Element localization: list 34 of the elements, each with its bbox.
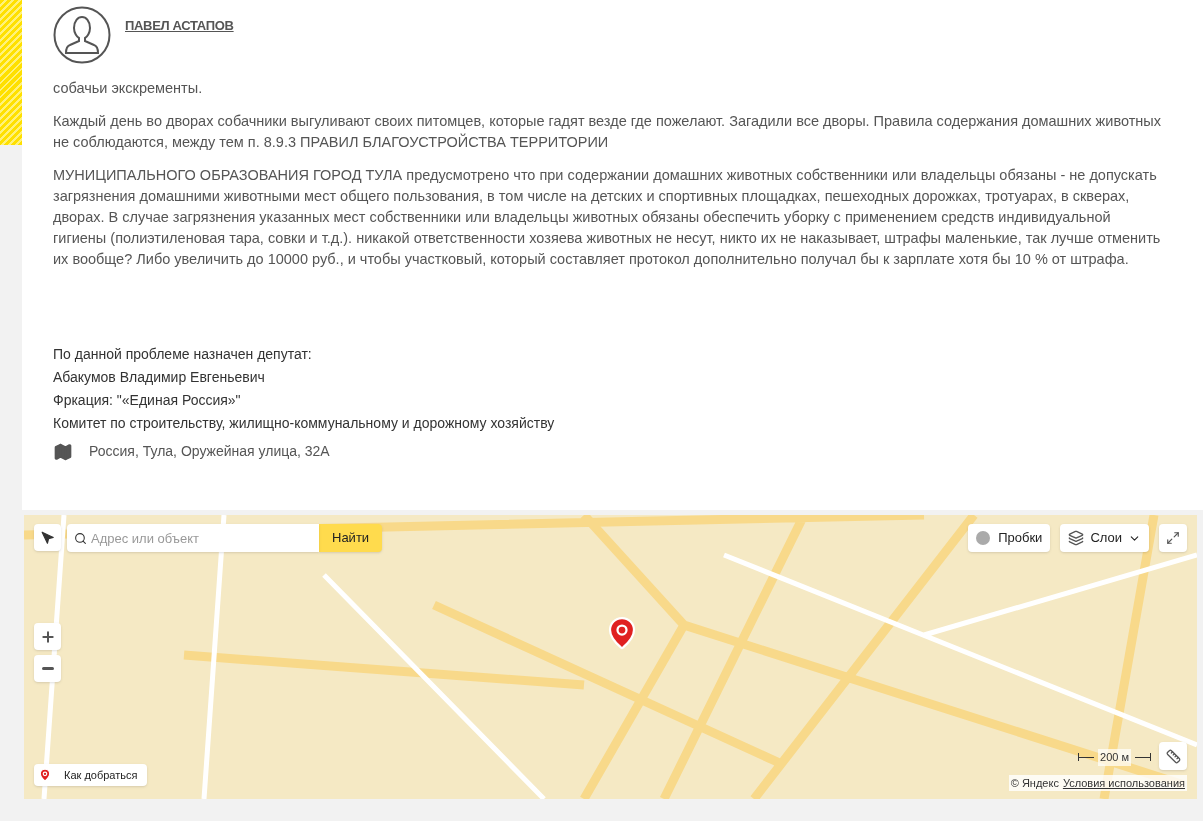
address-text: Россия, Тула, Оружейная улица, 32А [89, 442, 330, 461]
plus-icon [39, 628, 56, 645]
arrow-pointer-icon [40, 530, 55, 545]
terms-link[interactable]: Условия использования [1062, 774, 1185, 791]
find-button[interactable]: Найти [319, 524, 383, 552]
zoom-out-button[interactable] [34, 655, 61, 682]
traffic-button[interactable]: Пробки [968, 524, 1051, 552]
zoom-in-button[interactable] [34, 623, 61, 650]
traffic-icon [976, 531, 991, 545]
post-paragraph: МУНИЦИПАЛЬНОГО ОБРАЗОВАНИЯ ГОРОД ТУЛА предусмотрено что при содержании домашних животных собственники или владельцы обязаны - не допускать загрязнения домашними животными мест общего пользования, в том числе на детских и спортивных площадках, пешеходных дорожках, тротуарах, в скверах, дворах. В случае загрязнения указанных мест собственники или владельцы животных обязаны обеспечить уборку с применением средств индивидуальной гигиены (полиэтиленовая тара, совки и т.д.). никакой ответственности хозяева животных не несут, никто их не наказывает, штрафы маленькие, так лучше отменить их вообще? Либо увеличить до 10000 руб., и чтобы участковый, который составляет протокол дополнительно получал бы к зарплате хотя бы 10 % от штрафа. [53, 166, 1162, 269]
copyright-text: © Яндекс [1010, 775, 1059, 791]
pin-icon [38, 768, 52, 782]
map-icon [53, 441, 73, 462]
scale-bar-icon [1078, 753, 1094, 762]
expand-icon [1166, 531, 1180, 545]
post-paragraph: Каждый день во дворах собачники выгуливают своих питомцев, которые гадят везде где пожелают. Загадили все дворы. Правила содержания домашних животных не соблюдаются, между тем п. 8.9.3 ПРАВИЛ БЛАГОУСТРОЙСТВА ТЕРРИТОРИИ [53, 112, 1162, 152]
ruler-icon [1165, 748, 1181, 764]
route-button[interactable]: Как добраться [34, 764, 148, 786]
address-search-field[interactable]: Адрес или объект [67, 524, 319, 552]
minus-icon [41, 667, 54, 670]
post-paragraph: собачьи экскременты. [53, 79, 204, 98]
deputy-info-line: Фркация: "«Единая Россия»" [53, 391, 242, 410]
fullscreen-button[interactable] [1159, 524, 1187, 552]
layers-icon [1068, 530, 1085, 546]
deputy-info-line: По данной проблеме назначен депутат: [53, 345, 313, 364]
scale-label: 200 м [1098, 749, 1131, 766]
avatar-silhouette-icon [53, 6, 111, 64]
ruler-button[interactable] [1159, 742, 1187, 770]
author-name-link[interactable]: ПАВЕЛ АСТАПОВ [125, 16, 234, 36]
search-icon [74, 532, 87, 545]
layers-button[interactable]: Слои [1060, 524, 1149, 552]
deputy-info-line: Комитет по строительству, жилищно-коммунальному и дорожному хозяйству [53, 414, 556, 433]
locate-button[interactable] [34, 524, 61, 551]
deputy-info-line: Абакумов Владимир Евгеньевич [53, 368, 266, 387]
